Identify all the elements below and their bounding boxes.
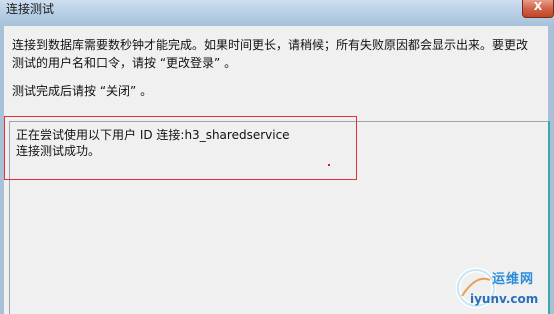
connection-test-dialog: 连接测试 X 连接到数据库需要数秒钟才能完成。如果时间更长，请稍候；所有失败原因… bbox=[0, 0, 554, 314]
result-line-user: 正在尝试使用以下用户 ID 连接:h3_sharedservice bbox=[16, 128, 290, 142]
window-title: 连接测试 bbox=[6, 2, 55, 16]
close-window-button[interactable]: X bbox=[522, 0, 554, 18]
result-line-success: 连接测试成功。 bbox=[16, 144, 101, 158]
watermark-text-domain: iyunv.com bbox=[470, 292, 539, 306]
site-watermark: 运维网 iyunv.com bbox=[452, 262, 552, 314]
watermark-text-cn: 运维网 bbox=[492, 272, 535, 287]
annotation-dot bbox=[328, 164, 330, 166]
title-bar[interactable]: 连接测试 X bbox=[0, 0, 554, 26]
hint-text: 测试完成后请按 “关闭” 。 bbox=[12, 84, 153, 98]
description-text: 连接到数据库需要数秒钟才能完成。如果时间更长，请稍候；所有失败原因都会显示出来。… bbox=[12, 38, 529, 70]
